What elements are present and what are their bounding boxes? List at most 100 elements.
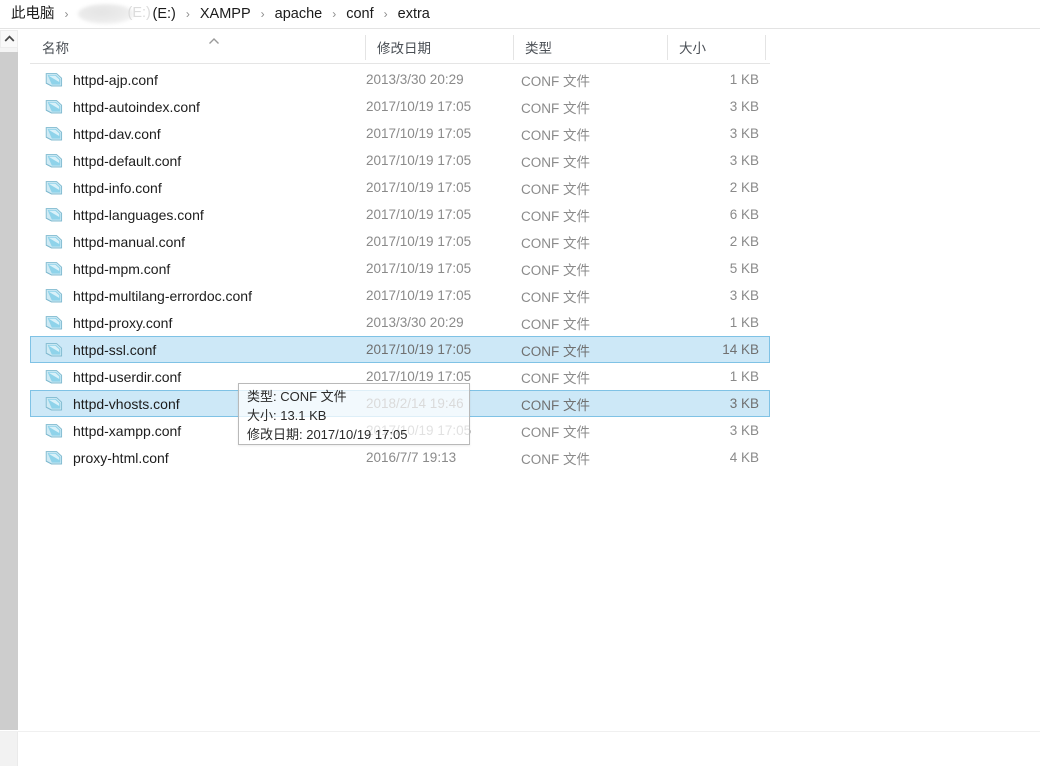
- file-name-cell[interactable]: httpd-languages.conf: [31, 202, 204, 227]
- file-name-label: httpd-info.conf: [73, 179, 162, 196]
- column-header-type[interactable]: 类型: [513, 31, 667, 63]
- file-name-cell[interactable]: httpd-manual.conf: [31, 229, 185, 254]
- breadcrumb-separator-icon-5[interactable]: ›: [377, 4, 395, 24]
- file-name-label: httpd-autoindex.conf: [73, 98, 200, 115]
- breadcrumb-separator-icon[interactable]: ›: [58, 4, 76, 24]
- breadcrumb-item-conf[interactable]: conf: [343, 4, 376, 24]
- file-date-modified: 2013/3/30 20:29: [366, 72, 464, 87]
- file-name-label: httpd-ajp.conf: [73, 71, 158, 88]
- breadcrumb-item-this-pc[interactable]: 此电脑: [8, 4, 58, 24]
- file-date-modified: 2017/10/19 17:05: [366, 207, 472, 222]
- file-type: CONF 文件: [521, 343, 590, 359]
- column-divider-4[interactable]: [765, 35, 766, 60]
- file-type: CONF 文件: [521, 289, 590, 305]
- scroll-up-button[interactable]: [0, 30, 18, 48]
- conf-file-icon: [43, 366, 65, 388]
- file-name-cell[interactable]: httpd-dav.conf: [31, 121, 161, 146]
- file-row[interactable]: httpd-xampp.conf 2017/10/19 17:05 CONF 文件 3…: [30, 417, 770, 444]
- file-row[interactable]: httpd-proxy.conf 2013/3/30 20:29 CONF 文件 1 …: [30, 309, 770, 336]
- file-date-modified: 2017/10/19 17:05: [366, 288, 472, 303]
- file-row[interactable]: httpd-ssl.conf 2017/10/19 17:05 CONF 文件 14 …: [30, 336, 770, 363]
- conf-file-icon: [43, 150, 65, 172]
- file-name-label: httpd-languages.conf: [73, 206, 204, 223]
- file-type: CONF 文件: [521, 154, 590, 170]
- file-name-cell[interactable]: httpd-userdir.conf: [31, 364, 181, 389]
- file-type: CONF 文件: [521, 370, 590, 386]
- file-name-label: httpd-userdir.conf: [73, 368, 182, 385]
- column-header-size-label: 大小: [679, 41, 706, 56]
- breadcrumb-item-extra[interactable]: extra: [395, 4, 433, 24]
- file-name-cell[interactable]: httpd-autoindex.conf: [31, 94, 200, 119]
- file-size: 6 KB: [729, 207, 759, 222]
- file-date-modified: 2017/10/19 17:05: [366, 342, 472, 357]
- file-row[interactable]: httpd-autoindex.conf 2017/10/19 17:05 CONF…: [30, 93, 770, 120]
- file-name-cell[interactable]: httpd-ajp.conf: [31, 67, 158, 92]
- file-name-label: httpd-manual.conf: [73, 233, 186, 250]
- conf-file-icon: [43, 258, 65, 280]
- breadcrumb-separator-icon-4[interactable]: ›: [325, 4, 343, 24]
- file-row[interactable]: httpd-multilang-errordoc.conf 2017/10/19 …: [30, 282, 770, 309]
- file-date-modified: 2017/10/19 17:05: [366, 234, 472, 249]
- breadcrumb-item-drive-label: (E:): [152, 6, 176, 22]
- breadcrumb-item-apache[interactable]: apache: [272, 4, 326, 24]
- breadcrumb-separator-icon-2[interactable]: ›: [179, 4, 197, 24]
- file-name-cell[interactable]: httpd-xampp.conf: [31, 418, 181, 443]
- file-name-cell[interactable]: httpd-multilang-errordoc.conf: [31, 283, 252, 308]
- file-row[interactable]: proxy-html.conf 2016/7/7 19:13 CONF 文件 4 KB: [30, 444, 770, 471]
- file-row[interactable]: httpd-dav.conf 2017/10/19 17:05 CONF 文件 3 K…: [30, 120, 770, 147]
- file-size: 3 KB: [729, 288, 759, 303]
- column-header-size[interactable]: 大小: [667, 31, 765, 63]
- file-name-cell[interactable]: httpd-ssl.conf: [31, 337, 156, 362]
- file-row[interactable]: httpd-vhosts.conf 2018/2/14 19:46 CONF 文件 3…: [30, 390, 770, 417]
- conf-file-icon: [43, 177, 65, 199]
- file-date-modified: 2016/7/7 19:13: [366, 450, 457, 465]
- file-name-cell[interactable]: proxy-html.conf: [31, 445, 169, 470]
- file-date-modified: 2017/10/19 17:05: [366, 153, 472, 168]
- file-row[interactable]: httpd-userdir.conf 2017/10/19 17:05 CONF 文…: [30, 363, 770, 390]
- file-size: 2 KB: [729, 234, 759, 249]
- file-type: CONF 文件: [521, 208, 590, 224]
- conf-file-icon: [43, 393, 65, 415]
- file-type: CONF 文件: [521, 181, 590, 197]
- vertical-scrollbar[interactable]: [0, 30, 18, 730]
- file-row[interactable]: httpd-ajp.conf 2013/3/30 20:29 CONF 文件 1 KB: [30, 66, 770, 93]
- column-header-name[interactable]: 名称: [30, 31, 365, 63]
- status-bar-left-gutter: [0, 732, 18, 766]
- file-size: 2 KB: [729, 180, 759, 195]
- file-name-cell[interactable]: httpd-proxy.conf: [31, 310, 172, 335]
- sort-ascending-icon: [205, 34, 223, 46]
- file-name-cell[interactable]: httpd-default.conf: [31, 148, 181, 173]
- file-row[interactable]: httpd-mpm.conf 2017/10/19 17:05 CONF 文件 5 K…: [30, 255, 770, 282]
- breadcrumb-separator-icon-3[interactable]: ›: [254, 4, 272, 24]
- breadcrumb-item-drive[interactable]: (E:): [76, 4, 151, 24]
- file-row[interactable]: httpd-info.conf 2017/10/19 17:05 CONF 文件 2 …: [30, 174, 770, 201]
- file-type: CONF 文件: [521, 73, 590, 89]
- file-date-modified: 2013/3/30 20:29: [366, 315, 464, 330]
- scrollbar-thumb[interactable]: [0, 52, 18, 730]
- file-row[interactable]: httpd-languages.conf 2017/10/19 17:05 CONF…: [30, 201, 770, 228]
- column-header-row: 名称 修改日期 类型 大小: [30, 31, 770, 64]
- breadcrumb-item-drive-letter: (E:): [127, 5, 151, 21]
- column-header-date-modified[interactable]: 修改日期: [365, 31, 513, 63]
- file-size: 3 KB: [729, 126, 759, 141]
- conf-file-icon: [43, 285, 65, 307]
- file-size: 1 KB: [729, 72, 759, 87]
- file-type: CONF 文件: [521, 127, 590, 143]
- file-size: 5 KB: [729, 261, 759, 276]
- file-name-cell[interactable]: httpd-vhosts.conf: [31, 391, 180, 416]
- file-name-cell[interactable]: httpd-mpm.conf: [31, 256, 170, 281]
- redacted-blur: [77, 4, 134, 24]
- file-type: CONF 文件: [521, 397, 590, 413]
- file-row[interactable]: httpd-manual.conf 2017/10/19 17:05 CONF 文件…: [30, 228, 770, 255]
- file-size: 1 KB: [729, 369, 759, 384]
- column-header-name-label: 名称: [42, 41, 69, 56]
- breadcrumb-item-xampp[interactable]: XAMPP: [197, 4, 254, 24]
- file-name-label: httpd-default.conf: [73, 152, 182, 169]
- file-size: 4 KB: [729, 450, 759, 465]
- conf-file-icon: [43, 123, 65, 145]
- file-name-label: httpd-xampp.conf: [73, 422, 182, 439]
- file-row[interactable]: httpd-default.conf 2017/10/19 17:05 CONF 文…: [30, 147, 770, 174]
- file-name-cell[interactable]: httpd-info.conf: [31, 175, 162, 200]
- file-type: CONF 文件: [521, 235, 590, 251]
- file-name-label: httpd-vhosts.conf: [73, 395, 180, 412]
